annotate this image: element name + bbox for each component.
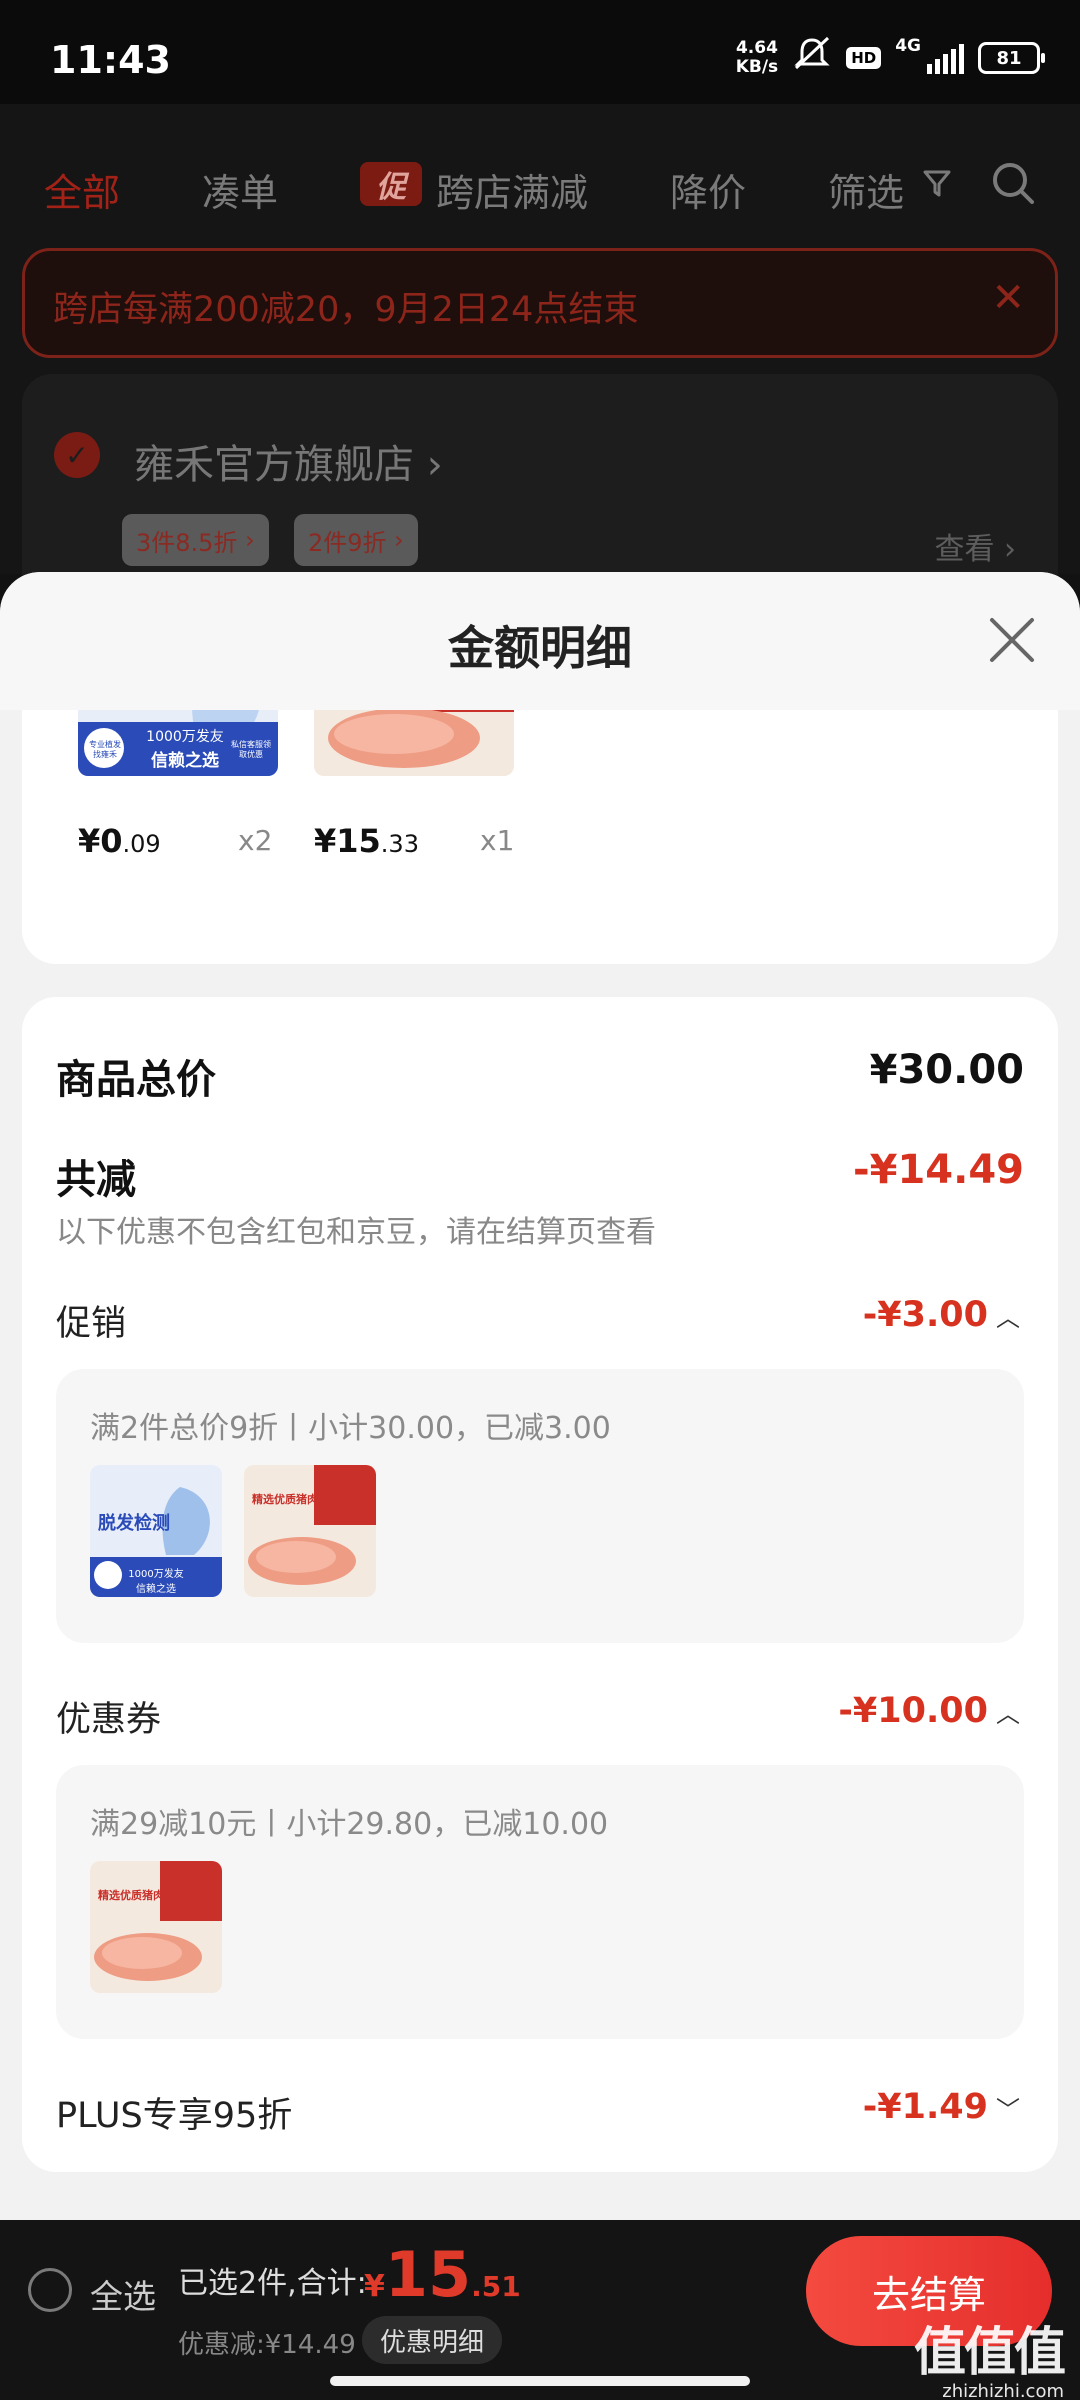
item-price: ¥0.09: [78, 822, 161, 860]
chevron-up-icon: ︿: [996, 1303, 1020, 1332]
chevron-up-icon: ︿: [996, 1699, 1020, 1728]
status-time: 11:43: [50, 38, 171, 82]
discount-detail-button[interactable]: 优惠明细: [362, 2316, 503, 2364]
thumbnail-title: 脱发检测: [98, 1513, 170, 1534]
promo-detail-text: 满2件总价9折丨小计30.00，已减3.00: [90, 1411, 611, 1446]
coupon-label: 优惠券: [56, 1700, 162, 1740]
thumbnail-line: 信赖之选: [151, 751, 219, 771]
cross-store-banner[interactable]: 跨店每满200减20，9月2日24点结束 ✕: [22, 248, 1058, 358]
network-speed-value: 4.64: [735, 38, 778, 58]
promo-value: -¥3.00: [862, 1295, 988, 1335]
total-price: ¥15.51: [364, 2238, 521, 2311]
sheet-header: 金额明细: [0, 572, 1080, 710]
watermark-url: zhizhizhi.com: [942, 2381, 1064, 2400]
promo-chip-label: 3件8.5折: [136, 528, 238, 557]
checkmark-icon[interactable]: ✓: [54, 432, 100, 478]
checkout-bar: 全选 已选2件,合计: ¥15.51 优惠减:¥14.49 优惠明细 去结算 值…: [0, 2220, 1080, 2400]
network-type: 4G: [895, 36, 921, 56]
selected-summary: 已选2件,合计:: [178, 2266, 367, 2301]
price-decimal: .33: [380, 830, 419, 858]
cart-page-background: 全部 凑单 促 跨店满减 降价 筛选 跨店每满200减20，9月2日24点结束 …: [0, 104, 1080, 614]
signal-icon: [927, 42, 964, 74]
thumbnail-caption: 1000万发友 信赖之选: [140, 726, 230, 771]
tab-cross-store[interactable]: 跨店满减: [436, 162, 588, 217]
discount-note: 以下优惠不包含红包和京豆，请在结算页查看: [56, 1215, 656, 1250]
price-integer: ¥0: [78, 822, 123, 860]
total-integer: 15: [384, 2238, 472, 2311]
promo-toggle[interactable]: -¥3.00 ︿: [863, 1295, 1020, 1335]
coupon-toggle[interactable]: -¥10.00 ︿: [838, 1691, 1020, 1731]
battery-icon: 81: [978, 42, 1045, 74]
filter-tabs: 全部 凑单 促 跨店满减 降价 筛选: [0, 154, 1080, 224]
chevron-down-icon: ﹀: [996, 2095, 1020, 2124]
thumbnail-tag: 私信客服领取优惠: [231, 740, 271, 759]
coupon-value: -¥10.00: [838, 1691, 988, 1731]
item-quantity: x2: [238, 824, 273, 857]
thumbnail-tag: 专业植发找雍禾: [89, 740, 121, 759]
coupon-detail-box: 满29减10元丨小计29.80，已减10.00 精选优质猪肉: [56, 1765, 1024, 2039]
reduce-label: 共减: [56, 1157, 136, 1203]
close-icon[interactable]: [986, 614, 1038, 666]
store-name[interactable]: 雍禾官方旗舰店 ›: [134, 432, 443, 490]
watermark-logo: 值值值: [913, 2323, 1066, 2383]
total-currency: ¥: [364, 2269, 385, 2304]
select-all-label[interactable]: 全选: [90, 2270, 156, 2318]
network-speed-unit: KB/s: [735, 57, 779, 77]
product-thumbnail[interactable]: 精选优质猪肉: [244, 1465, 376, 1597]
item-quantity: x1: [480, 824, 515, 857]
tab-all[interactable]: 全部: [44, 162, 120, 217]
store-name-text: 雍禾官方旗舰店: [134, 442, 414, 488]
thumbnail-badge: 1000万发友信赖之选: [128, 1569, 184, 1595]
tab-filter[interactable]: 筛选: [828, 162, 904, 217]
coupon-detail-text: 满29减10元丨小计29.80，已减10.00: [90, 1807, 609, 1842]
close-icon[interactable]: ✕: [991, 275, 1025, 321]
plus-toggle[interactable]: -¥1.49 ﹀: [863, 2087, 1020, 2127]
watermark: 值值值 zhizhizhi.com: [913, 2310, 1066, 2400]
item-price: ¥15.33: [314, 822, 419, 860]
thumbnail-title: 精选优质猪肉: [252, 1493, 318, 1506]
promo-badge-icon: 促: [360, 162, 422, 206]
price-integer: ¥15: [314, 822, 381, 860]
plus-value: -¥1.49: [862, 2087, 988, 2127]
tab-price-drop[interactable]: 降价: [670, 162, 746, 217]
reduce-value: -¥14.49: [853, 1147, 1024, 1193]
thumbnail-title: 精选优质猪肉: [98, 1889, 164, 1902]
view-link[interactable]: 查看 ›: [934, 524, 1016, 568]
amount-detail-card: 商品总价 ¥30.00 共减 -¥14.49 以下优惠不包含红包和京豆，请在结算…: [22, 997, 1058, 2172]
home-indicator[interactable]: [330, 2376, 750, 2386]
promo-chip[interactable]: 2件9折 ›: [294, 514, 418, 566]
promo-detail-box: 满2件总价9折丨小计30.00，已减3.00 脱发检测 1000万发友信赖之选: [56, 1369, 1024, 1643]
funnel-icon[interactable]: [922, 168, 952, 206]
amount-detail-sheet: 1000万发友 信赖之选 专业植发找雍禾 私信客服领取优惠 ¥0.09 x2 ¥…: [0, 572, 1080, 2220]
status-bar: 11:43 4.64 KB/s HD 4G 81: [0, 0, 1080, 104]
banner-text: 跨店每满200减20，9月2日24点结束: [53, 290, 639, 330]
thumbnail-line: 1000万发友: [146, 729, 224, 745]
network-speed: 4.64 KB/s: [736, 39, 778, 77]
view-link-label: 查看: [934, 532, 995, 567]
discount-summary: 优惠减:¥14.49: [178, 2330, 356, 2360]
plus-label: PLUS专享95折: [56, 2096, 293, 2136]
promo-label: 促销: [56, 1304, 127, 1344]
hd-icon: HD: [846, 47, 882, 69]
status-icons: 4.64 KB/s HD 4G 81: [736, 36, 1045, 80]
promo-chip[interactable]: 3件8.5折 ›: [122, 514, 269, 566]
sheet-title: 金额明细: [448, 621, 632, 675]
select-all-radio[interactable]: [28, 2268, 72, 2312]
price-decimal: .09: [122, 830, 161, 858]
total-label: 商品总价: [56, 1057, 216, 1103]
total-value: ¥30.00: [869, 1047, 1024, 1093]
search-icon[interactable]: [990, 160, 1036, 206]
product-thumbnail[interactable]: 精选优质猪肉: [90, 1861, 222, 1993]
product-thumbnail[interactable]: 脱发检测 1000万发友信赖之选: [90, 1465, 222, 1597]
promo-chip-label: 2件9折: [308, 528, 387, 557]
tab-combine[interactable]: 凑单: [202, 162, 278, 217]
mute-vibrate-icon: [792, 36, 832, 80]
total-decimal: .51: [471, 2270, 521, 2303]
